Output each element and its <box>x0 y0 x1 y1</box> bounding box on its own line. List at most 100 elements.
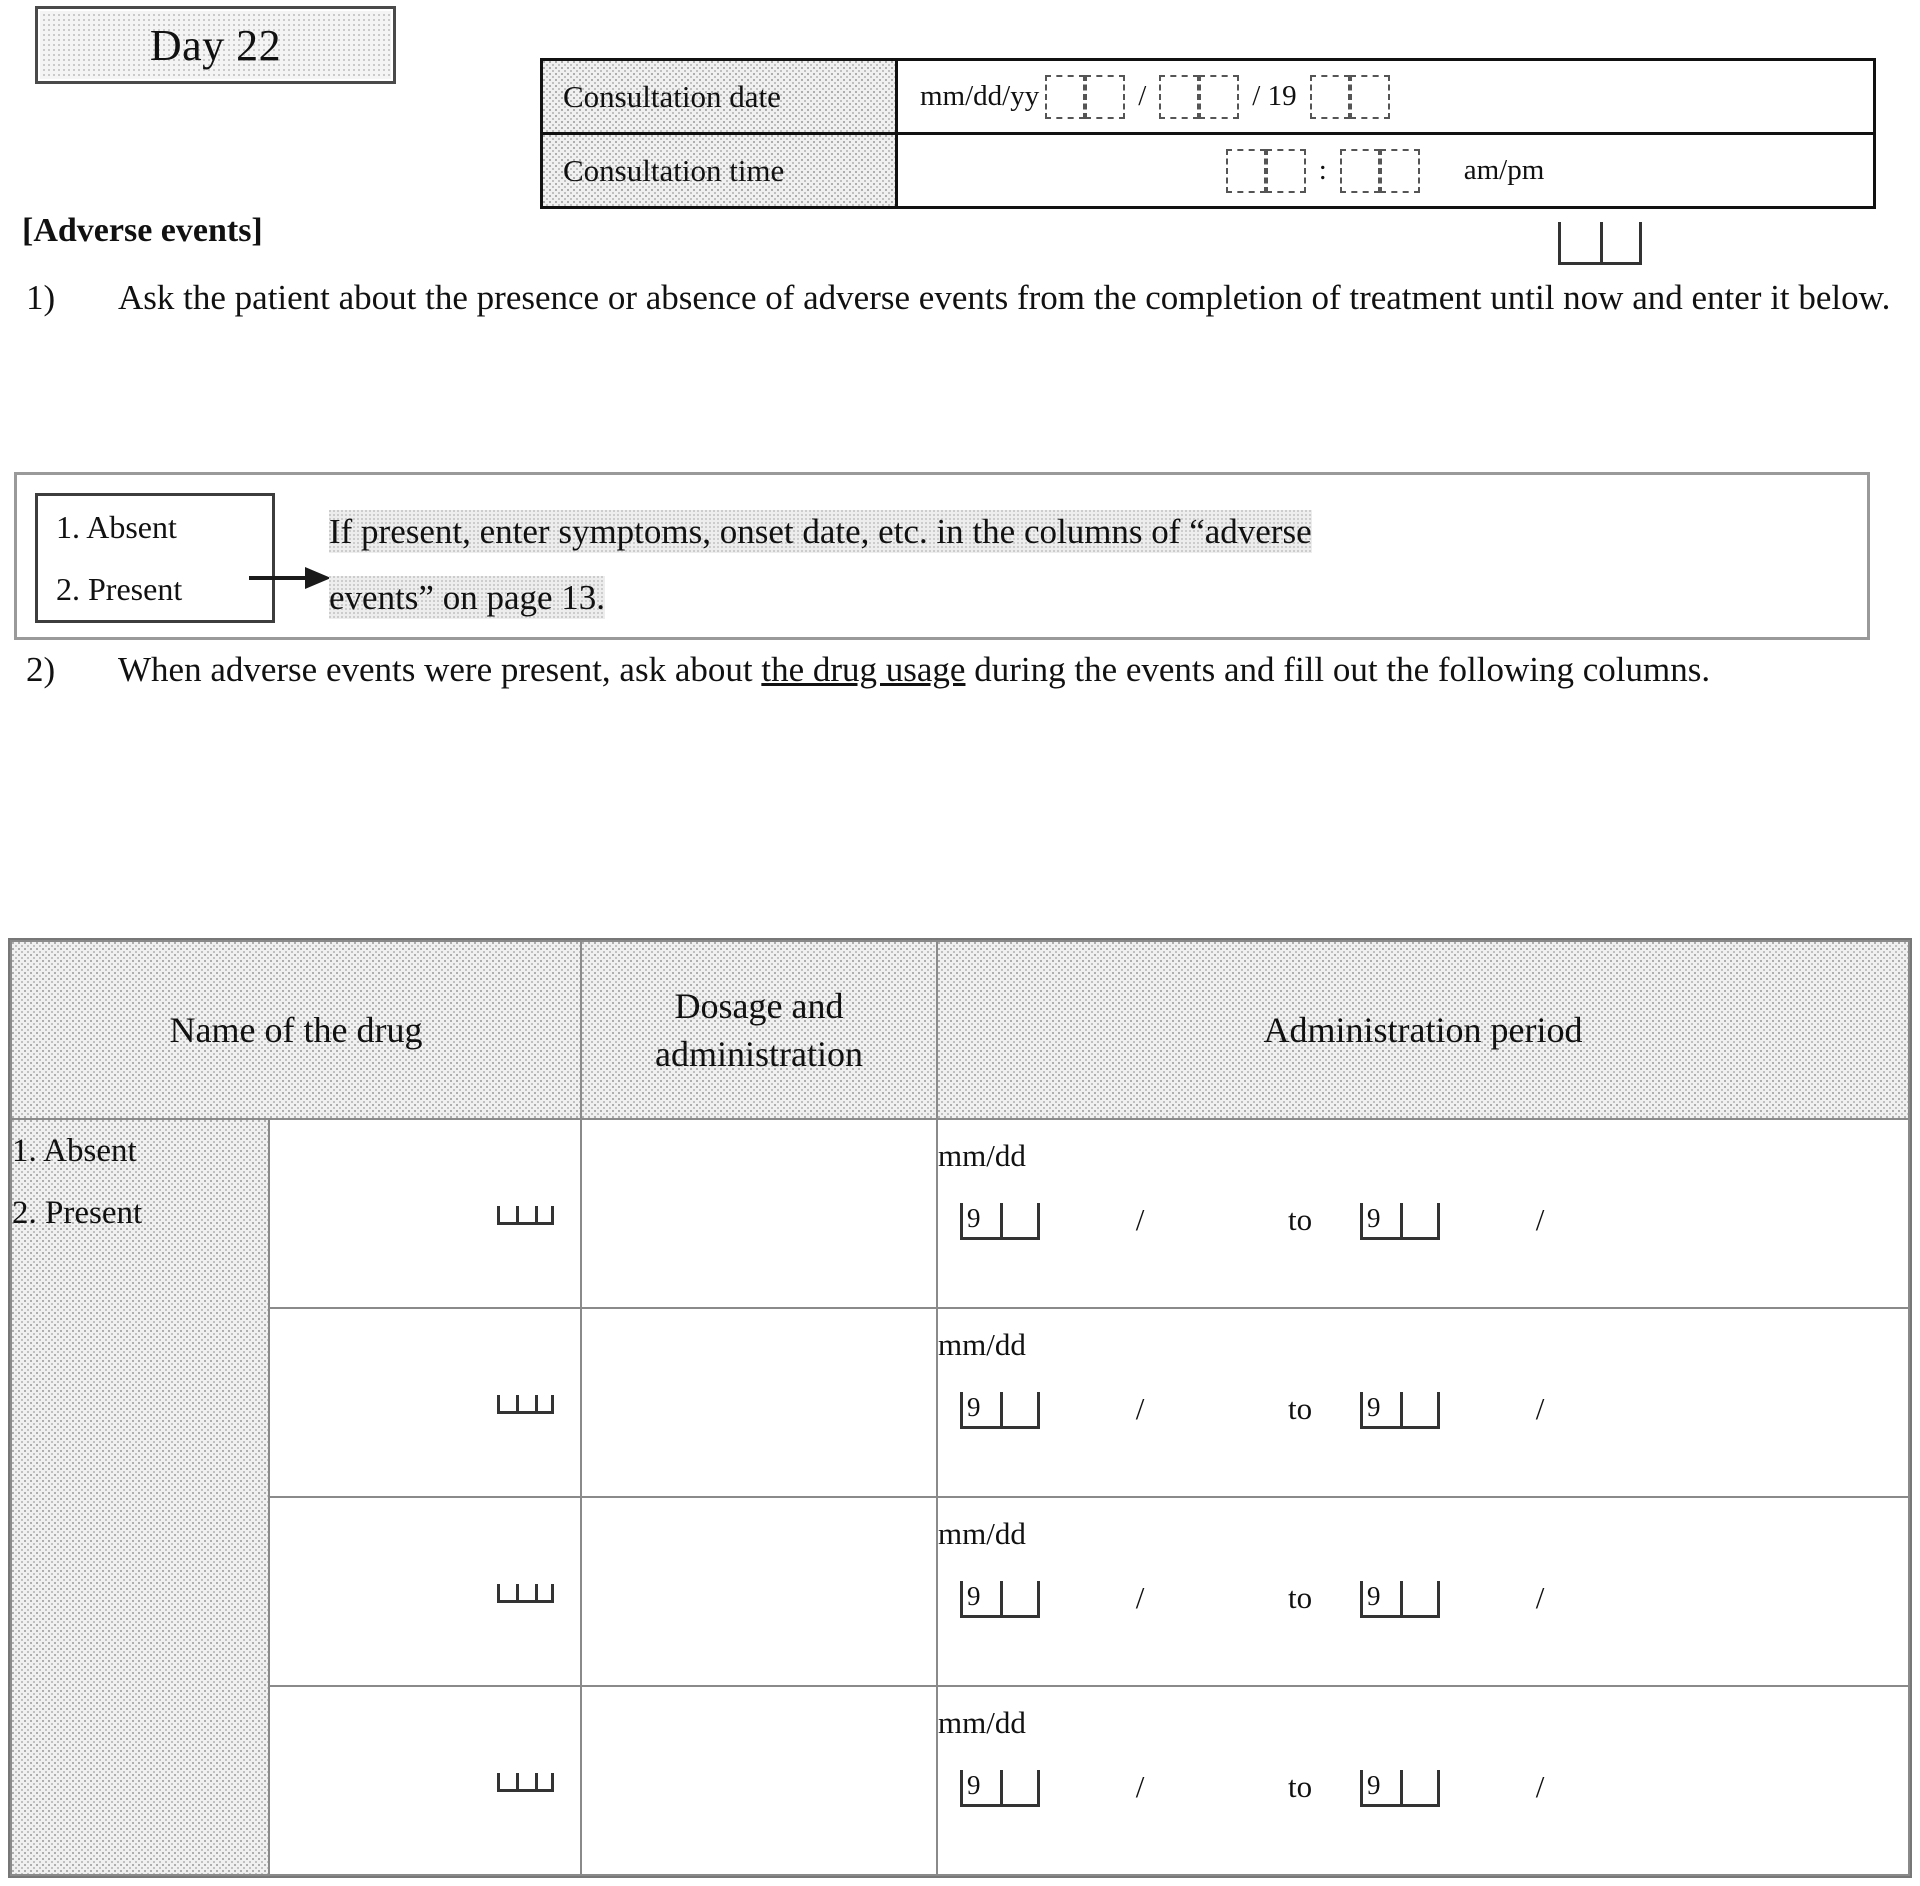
date-year-field[interactable] <box>1309 74 1390 119</box>
drug-code-cell-2[interactable] <box>516 1773 535 1789</box>
dosage-cell[interactable] <box>580 1685 939 1876</box>
instruction-item-1-text: Ask the patient about the presence or ab… <box>118 278 1891 317</box>
period-start-bracket[interactable]: 9 <box>960 1581 1041 1618</box>
period-start-digit-1[interactable]: 9 <box>960 1770 1000 1804</box>
status-option-present[interactable]: 2. Present <box>12 1182 268 1244</box>
drug-code-cell-1[interactable] <box>497 1395 516 1411</box>
callout-text: If present, enter symptoms, onset date, … <box>329 499 1849 631</box>
drug-name-cell[interactable] <box>267 1496 583 1687</box>
period-start-digit-2[interactable] <box>1000 1392 1041 1426</box>
drug-name-cell[interactable] <box>267 1685 583 1876</box>
period-slash-2: / <box>1535 1580 1545 1615</box>
period-start-digit-2[interactable] <box>1000 1770 1041 1804</box>
date-month-digit-1[interactable] <box>1045 74 1086 119</box>
drug-code-cell-3[interactable] <box>535 1773 555 1789</box>
table-row: 1. Absent 2. Present mm/dd 9 / to 9 / <box>10 1118 1910 1876</box>
adverse-presence-choice-box[interactable]: 1. Absent 2. Present <box>35 493 275 623</box>
time-minute-digit-1[interactable] <box>1339 148 1380 193</box>
period-cell[interactable]: mm/dd 9 / to 9 / <box>936 1685 1910 1876</box>
instruction-item-2-number: 2) <box>26 650 56 689</box>
period-slash-1: / <box>1135 1769 1145 1804</box>
date-year-digit-1[interactable] <box>1309 74 1350 119</box>
time-hour-digit-2[interactable] <box>1265 148 1306 193</box>
day-badge: Day 22 <box>35 6 396 84</box>
date-month-digit-2[interactable] <box>1085 74 1126 119</box>
drug-usage-table: Name of the drug Dosage and administrati… <box>8 938 1912 1878</box>
date-day-digit-2[interactable] <box>1199 74 1240 119</box>
table-header-dosage: Dosage and administration <box>580 940 939 1120</box>
period-end-digit-2[interactable] <box>1400 1392 1441 1426</box>
period-start-digit-1[interactable]: 9 <box>960 1203 1000 1237</box>
serial-code-cell-2[interactable] <box>1600 222 1642 262</box>
period-end-digit-2[interactable] <box>1400 1770 1441 1804</box>
callout-line-2-highlight: events” on page 13. <box>329 576 606 619</box>
table-header-row: Name of the drug Dosage and administrati… <box>9 940 1910 1120</box>
instruction-item-1: 1) Ask the patient about the presence or… <box>26 272 1894 324</box>
dosage-cell[interactable] <box>580 1496 939 1687</box>
period-cell[interactable]: mm/dd 9 / to 9 / <box>936 1118 1910 1309</box>
date-month-field[interactable] <box>1045 74 1126 119</box>
drug-code-bracket[interactable] <box>497 1584 555 1603</box>
period-end-digit-1[interactable]: 9 <box>1360 1392 1400 1426</box>
date-year-digit-2[interactable] <box>1349 74 1390 119</box>
drug-code-cell-2[interactable] <box>516 1206 535 1222</box>
date-day-field[interactable] <box>1159 74 1240 119</box>
table-row: mm/dd 9 / to 9 / <box>11 1685 1910 1876</box>
period-end-digit-1[interactable]: 9 <box>1360 1203 1400 1237</box>
time-separator: : <box>1318 154 1327 186</box>
consultation-date-label: Consultation date <box>543 61 898 132</box>
table-row: mm/dd 9 / to 9 / <box>11 1496 1910 1687</box>
period-entry-line: 9 / to 9 / <box>960 1769 1894 1807</box>
drug-code-bracket[interactable] <box>497 1206 555 1225</box>
date-format-hint: mm/dd/yy <box>920 80 1040 112</box>
drug-code-cell-1[interactable] <box>497 1773 516 1789</box>
period-slash-1: / <box>1135 1202 1145 1237</box>
period-end-bracket[interactable]: 9 <box>1360 1203 1441 1240</box>
time-hour-digit-1[interactable] <box>1225 148 1266 193</box>
period-end-bracket[interactable]: 9 <box>1360 1392 1441 1429</box>
serial-code-cell-1[interactable] <box>1558 222 1600 262</box>
dosage-cell[interactable] <box>580 1118 939 1309</box>
period-cell[interactable]: mm/dd 9 / to 9 / <box>936 1307 1910 1498</box>
serial-code-bracket[interactable] <box>1558 222 1642 265</box>
instruction-item-2-text-before: When adverse events were present, ask ab… <box>118 650 762 689</box>
serial-code-marker[interactable] <box>1558 222 1642 267</box>
date-day-digit-1[interactable] <box>1159 74 1200 119</box>
period-cell[interactable]: mm/dd 9 / to 9 / <box>936 1496 1910 1687</box>
period-start-digit-2[interactable] <box>1000 1581 1041 1615</box>
drug-code-cell-2[interactable] <box>516 1395 535 1411</box>
choice-option-absent[interactable]: 1. Absent <box>56 496 272 558</box>
dosage-cell[interactable] <box>580 1307 939 1498</box>
period-start-digit-2[interactable] <box>1000 1203 1041 1237</box>
period-end-bracket[interactable]: 9 <box>1360 1581 1441 1618</box>
drug-code-cell-2[interactable] <box>516 1584 535 1600</box>
period-start-bracket[interactable]: 9 <box>960 1203 1041 1240</box>
period-end-bracket[interactable]: 9 <box>1360 1770 1441 1807</box>
drug-code-cell-3[interactable] <box>535 1206 555 1222</box>
period-start-bracket[interactable]: 9 <box>960 1770 1041 1807</box>
drug-code-cell-1[interactable] <box>497 1584 516 1600</box>
time-minute-field[interactable] <box>1339 148 1420 193</box>
choice-option-present[interactable]: 2. Present <box>56 558 272 620</box>
period-end-digit-2[interactable] <box>1400 1203 1441 1237</box>
status-cell[interactable]: 1. Absent 2. Present <box>10 1118 270 1876</box>
period-format-hint: mm/dd <box>938 1516 1026 1551</box>
time-minute-digit-2[interactable] <box>1379 148 1420 193</box>
drug-code-cell-1[interactable] <box>497 1206 516 1222</box>
period-to-label: to <box>1287 1202 1313 1237</box>
table-row: mm/dd 9 / to 9 / <box>11 1307 1910 1498</box>
drug-name-cell[interactable] <box>267 1118 583 1309</box>
period-end-digit-1[interactable]: 9 <box>1360 1770 1400 1804</box>
period-start-digit-1[interactable]: 9 <box>960 1581 1000 1615</box>
time-hour-field[interactable] <box>1225 148 1306 193</box>
drug-code-cell-3[interactable] <box>535 1584 555 1600</box>
drug-code-cell-3[interactable] <box>535 1395 555 1411</box>
status-option-absent[interactable]: 1. Absent <box>12 1120 268 1182</box>
drug-name-cell[interactable] <box>267 1307 583 1498</box>
drug-code-bracket[interactable] <box>497 1773 555 1792</box>
drug-code-bracket[interactable] <box>497 1395 555 1414</box>
period-end-digit-2[interactable] <box>1400 1581 1441 1615</box>
period-end-digit-1[interactable]: 9 <box>1360 1581 1400 1615</box>
period-start-digit-1[interactable]: 9 <box>960 1392 1000 1426</box>
period-start-bracket[interactable]: 9 <box>960 1392 1041 1429</box>
